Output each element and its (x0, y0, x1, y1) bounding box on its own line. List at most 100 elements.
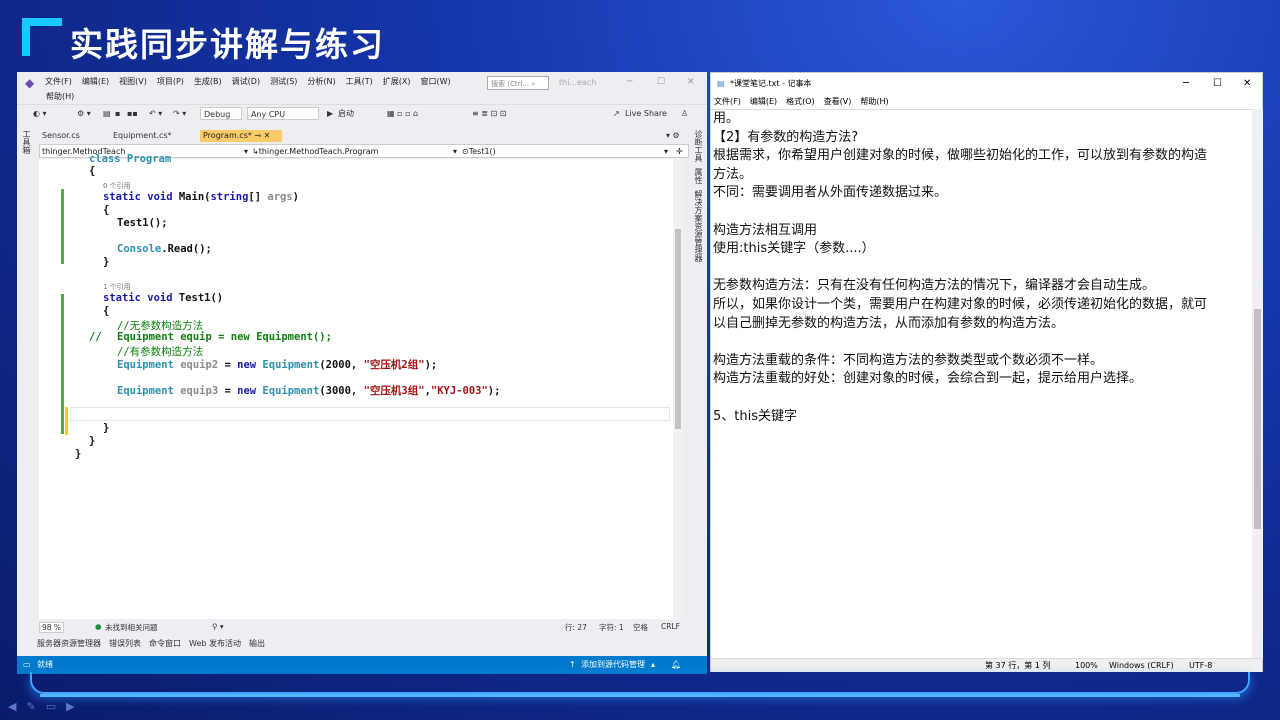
close-icon[interactable]: ✕ (687, 77, 695, 87)
editor-scrollbar[interactable] (673, 159, 683, 619)
change-marker (61, 189, 64, 264)
tab-program[interactable]: Program.cs* ⊸ ✕ (200, 130, 282, 142)
visual-studio-window: ◆ 文件(F) 编辑(E) 视图(V) 项目(P) 生成(B) 调试(D) 测试… (17, 72, 707, 674)
tab-server-explorer[interactable]: 服务器资源管理器 (37, 638, 101, 649)
code-editor[interactable]: class Program { 0 个引用 static void Main(s… (39, 153, 674, 619)
right-tool-strip: 诊断工具 属性 解决方案资源管理器 (689, 128, 707, 328)
pin-icon[interactable]: ⊸ (254, 131, 261, 140)
tab-output[interactable]: 输出 (249, 638, 265, 649)
new-project-icon[interactable]: ⚙ ▾ (77, 107, 91, 120)
pen-icon[interactable]: ✎ (26, 700, 35, 713)
tab-sensor[interactable]: Sensor.cs (39, 130, 83, 142)
np-menu-file[interactable]: 文件(F) (714, 95, 741, 109)
code-keyword: string (210, 191, 249, 203)
menu-file[interactable]: 文件(F) (45, 76, 72, 87)
nav-dropdown-icon[interactable]: ▾ (664, 146, 668, 157)
tab-close-icon[interactable]: ✕ (264, 131, 271, 140)
notepad-scrollbar[interactable] (1252, 109, 1263, 659)
nav-dropdown-icon[interactable]: ▾ (244, 146, 248, 157)
method-icon: ⊙ (462, 147, 469, 156)
scroll-thumb[interactable] (675, 229, 681, 429)
back-icon[interactable]: ◐ ▾ (33, 107, 47, 120)
menu-help[interactable]: 帮助(H) (46, 91, 74, 102)
toolbar-format-icon[interactable]: ≡ ≣ ⊡ ⊡ (472, 107, 506, 120)
menu-test[interactable]: 测试(S) (270, 76, 297, 87)
split-icon[interactable]: ✛ (676, 146, 683, 157)
side-tab-diagnostics[interactable]: 诊断工具 (693, 130, 704, 162)
menu-edit[interactable]: 编辑(E) (82, 76, 109, 87)
save-icon[interactable]: ▪ (115, 107, 120, 120)
nav-member-label: Test1() (468, 147, 496, 156)
code-keyword: new (237, 385, 263, 397)
nav-dropdown-icon[interactable]: ▾ (453, 146, 457, 157)
live-share-icon[interactable]: ↗ (613, 107, 620, 120)
np-menu-help[interactable]: 帮助(H) (860, 95, 888, 109)
redo-icon[interactable]: ↷ ▾ (173, 107, 186, 120)
code-type: Console (117, 243, 162, 255)
close-icon[interactable]: ✕ (1243, 73, 1251, 95)
nav-member-select[interactable]: ⊙Test1() (462, 146, 662, 157)
zoom-select[interactable]: 98 % (39, 622, 65, 633)
scroll-thumb[interactable] (1254, 309, 1261, 529)
slides-icon[interactable]: ▭ (46, 700, 56, 713)
live-share-button[interactable]: Live Share (625, 107, 667, 120)
code-line: static void Test1() (103, 292, 223, 304)
code-type: Equipment (262, 385, 320, 397)
save-all-icon[interactable]: ▪▪ (127, 107, 138, 120)
open-icon[interactable]: ▤ (103, 107, 111, 120)
menu-debug[interactable]: 调试(D) (232, 76, 260, 87)
change-marker (65, 407, 68, 435)
platform-select[interactable]: Any CPU (247, 107, 319, 120)
menu-project[interactable]: 项目(P) (157, 76, 184, 87)
tab-web-publish[interactable]: Web 发布活动 (189, 638, 241, 649)
text-line: 方法。 (713, 166, 753, 182)
nav-class-select[interactable]: ↳thinger.MethodTeach.Program (252, 146, 452, 157)
menu-window[interactable]: 窗口(W) (421, 76, 451, 87)
text-line (713, 203, 1250, 222)
tab-program-label: Program.cs* (203, 131, 252, 140)
maximize-icon[interactable]: ☐ (657, 77, 665, 87)
space-indicator[interactable]: 空格 (633, 622, 648, 633)
codelens-ref[interactable]: 0 个引用 (103, 181, 131, 191)
tab-command-window[interactable]: 命令窗口 (149, 638, 181, 649)
eol-indicator[interactable]: CRLF (661, 622, 680, 631)
toolbar-tools-icon[interactable]: ▦ ▫ ▫ ⌂ (387, 107, 418, 120)
menu-analyze[interactable]: 分析(N) (307, 76, 335, 87)
notepad-text-area[interactable]: 用。 【2】有参数的构造方法? 根据需求，你希望用户创建对象的时候，做哪些初始化… (711, 109, 1252, 659)
menu-view[interactable]: 视图(V) (119, 76, 147, 87)
code-line: } (103, 422, 110, 434)
issues-label[interactable]: 未找到相关问题 (105, 622, 158, 633)
tab-overflow-icon[interactable]: ▾ ⚙ (663, 130, 683, 142)
next-icon[interactable]: ▶ (66, 700, 74, 713)
maximize-icon[interactable]: ☐ (1213, 73, 1222, 95)
tab-equipment[interactable]: Equipment.cs* (110, 130, 175, 142)
text-line (713, 333, 1250, 352)
menu-build[interactable]: 生成(B) (194, 76, 222, 87)
menu-tools[interactable]: 工具(T) (346, 76, 373, 87)
np-menu-view[interactable]: 查看(V) (824, 95, 852, 109)
prev-icon[interactable]: ◀ (8, 700, 16, 713)
minimize-icon[interactable]: ─ (1183, 73, 1189, 95)
cursor-position: 第 37 行，第 1 列 (985, 661, 1051, 670)
bottom-tool-tabs: 服务器资源管理器 错误列表 命令窗口 Web 发布活动 输出 (37, 638, 265, 649)
tab-error-list[interactable]: 错误列表 (109, 638, 141, 649)
brush-icon[interactable]: ⚲ ▾ (212, 622, 224, 631)
np-menu-edit[interactable]: 编辑(E) (750, 95, 777, 109)
menu-extensions[interactable]: 扩展(X) (383, 76, 411, 87)
class-icon: ↳ (252, 147, 259, 156)
vs-search-input[interactable]: 搜索 (Ctrl... ⌕ (487, 76, 549, 90)
line-ending: Windows (CRLF) (1109, 661, 1174, 670)
start-button[interactable]: 启动 (338, 107, 354, 120)
minimize-icon[interactable]: ─ (627, 77, 632, 87)
codelens-ref[interactable]: 1 个引用 (103, 282, 131, 292)
config-select[interactable]: Debug (200, 107, 242, 120)
text-line: 构造方法重载的条件：不同构造方法的参数类型或个数必须不一样。 (713, 352, 1104, 368)
np-menu-format[interactable]: 格式(O) (786, 95, 815, 109)
notepad-title: *课堂笔记.txt - 记事本 (730, 79, 812, 88)
left-tool-strip: 工具箱 (17, 128, 37, 613)
side-tab-solution-explorer[interactable]: 解决方案资源管理器 (693, 190, 704, 262)
feedback-icon[interactable]: ♙ (681, 107, 688, 120)
side-tab-properties[interactable]: 属性 (693, 168, 704, 184)
start-play-icon[interactable]: ▶ (327, 107, 333, 120)
undo-icon[interactable]: ↶ ▾ (149, 107, 162, 120)
